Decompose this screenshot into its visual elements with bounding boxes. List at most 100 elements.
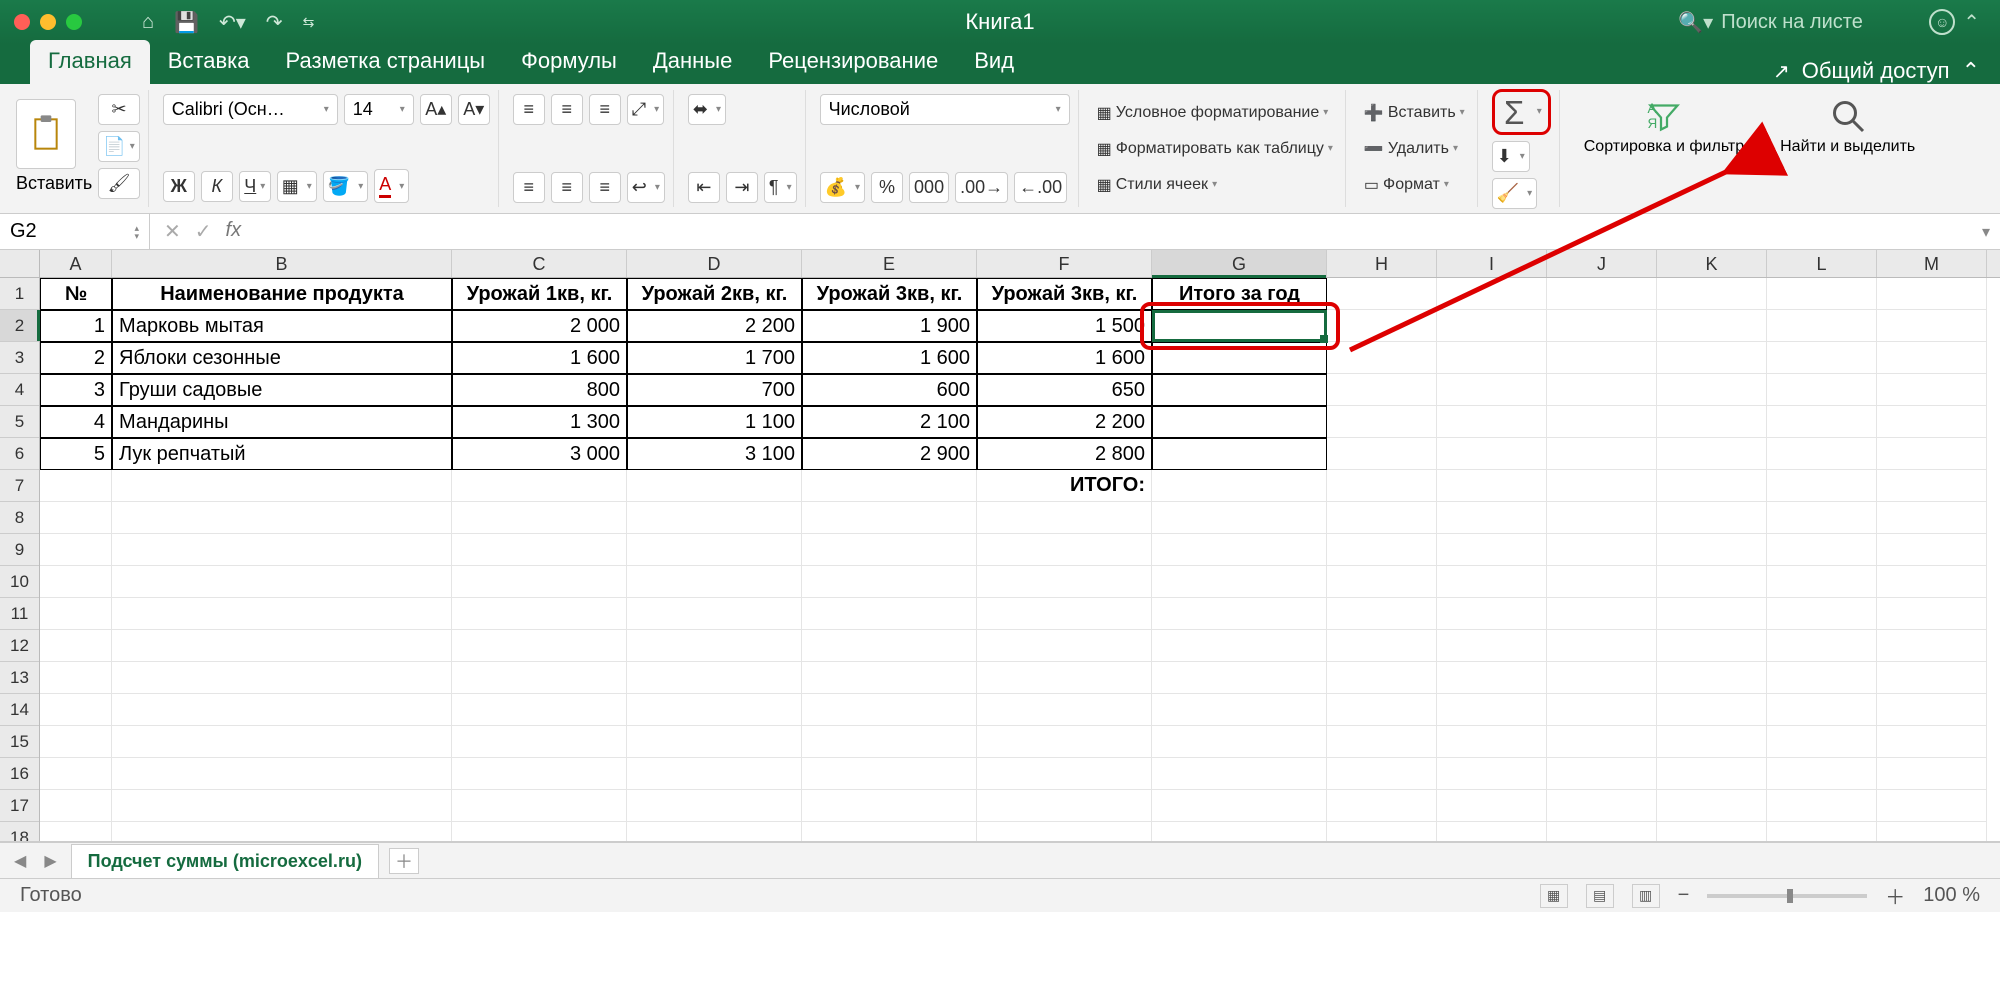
cell[interactable] [1657,822,1767,842]
cell[interactable] [627,502,802,534]
cell[interactable] [40,534,112,566]
col-G[interactable]: G [1152,250,1327,277]
cell[interactable] [1152,662,1327,694]
collapse-ribbon-icon[interactable]: ⌃ [1962,58,1980,84]
cell[interactable] [452,598,627,630]
close-icon[interactable] [14,14,30,30]
percent-button[interactable]: % [871,172,903,203]
search-input[interactable] [1721,11,1921,34]
cell[interactable] [1327,502,1437,534]
cell[interactable]: 2 200 [627,310,802,342]
cell[interactable] [40,694,112,726]
cell[interactable] [1152,406,1327,438]
cell[interactable] [1327,822,1437,842]
tab-formulas[interactable]: Формулы [503,40,635,84]
cell[interactable] [1327,342,1437,374]
cell[interactable]: Урожай 1кв, кг. [452,278,627,310]
cell[interactable] [112,470,452,502]
cell[interactable] [112,598,452,630]
cell[interactable] [452,534,627,566]
cell[interactable] [1657,406,1767,438]
cell[interactable] [452,790,627,822]
col-E[interactable]: E [802,250,977,277]
cell[interactable] [1437,342,1547,374]
cell[interactable]: ИТОГО: [977,470,1152,502]
cell[interactable] [452,630,627,662]
cell[interactable] [802,822,977,842]
cell[interactable]: 800 [452,374,627,406]
cell[interactable] [1547,566,1657,598]
cell[interactable] [1437,662,1547,694]
cell[interactable]: Марковь мытая [112,310,452,342]
cell[interactable] [1547,694,1657,726]
cell[interactable] [1547,822,1657,842]
shrink-font-button[interactable]: A▾ [458,94,490,125]
cell[interactable] [1657,502,1767,534]
bold-button[interactable]: Ж [163,171,195,202]
minimize-icon[interactable] [40,14,56,30]
view-page-break-button[interactable]: ▥ [1632,884,1660,908]
cell[interactable]: № [40,278,112,310]
cell[interactable] [1657,374,1767,406]
zoom-out-button[interactable]: − [1678,884,1690,907]
cell[interactable] [1327,534,1437,566]
cell[interactable] [1437,534,1547,566]
cell[interactable] [627,694,802,726]
cell[interactable]: 1 900 [802,310,977,342]
cell[interactable] [1152,726,1327,758]
search-icon[interactable]: 🔍▾ [1678,10,1713,35]
cell[interactable] [40,598,112,630]
cell[interactable] [1657,566,1767,598]
cell[interactable] [1877,310,1987,342]
tab-home[interactable]: Главная [30,40,150,84]
cell[interactable] [802,534,977,566]
cells-area[interactable]: № Наименование продукта Урожай 1кв, кг. … [40,278,2000,842]
cell[interactable] [1767,598,1877,630]
cell[interactable] [1437,822,1547,842]
tab-view[interactable]: Вид [956,40,1032,84]
cell[interactable] [1547,534,1657,566]
cell[interactable] [1327,310,1437,342]
cell[interactable] [1437,694,1547,726]
cell[interactable] [1547,662,1657,694]
row-4[interactable]: 4 [0,374,39,406]
sort-filter-button[interactable]: AЯ Сортировка и фильтр [1574,94,1754,160]
cell[interactable] [1547,438,1657,470]
cell[interactable] [1327,790,1437,822]
cell[interactable]: 1 [40,310,112,342]
cell[interactable] [1327,278,1437,310]
cell[interactable] [40,502,112,534]
cell[interactable] [977,502,1152,534]
cell[interactable] [1657,470,1767,502]
share-label[interactable]: Общий доступ [1802,58,1950,84]
cell[interactable] [1767,566,1877,598]
cell[interactable] [1437,470,1547,502]
cell[interactable] [1767,726,1877,758]
cell[interactable] [40,790,112,822]
cell[interactable] [112,534,452,566]
cell[interactable] [1327,694,1437,726]
cell[interactable] [1547,598,1657,630]
cell[interactable] [112,758,452,790]
accept-formula-icon[interactable]: ✓ [195,219,212,244]
insert-cells-button[interactable]: ➕ Вставить ▾ [1360,98,1469,128]
row-5[interactable]: 5 [0,406,39,438]
cell[interactable] [1437,566,1547,598]
cancel-formula-icon[interactable]: ✕ [164,219,181,244]
cell[interactable]: 650 [977,374,1152,406]
undo-icon[interactable]: ↶▾ [219,10,246,35]
thousands-button[interactable]: 000 [909,172,949,203]
cell[interactable] [977,758,1152,790]
cell[interactable] [112,566,452,598]
cell[interactable] [40,662,112,694]
col-D[interactable]: D [627,250,802,277]
cell[interactable]: Мандарины [112,406,452,438]
col-K[interactable]: K [1657,250,1767,277]
cell[interactable]: 1 600 [452,342,627,374]
cell[interactable]: 3 100 [627,438,802,470]
cell[interactable]: Наименование продукта [112,278,452,310]
cell[interactable] [112,662,452,694]
cell[interactable]: Урожай 3кв, кг. [802,278,977,310]
cell[interactable] [1327,374,1437,406]
cell[interactable]: 2 800 [977,438,1152,470]
